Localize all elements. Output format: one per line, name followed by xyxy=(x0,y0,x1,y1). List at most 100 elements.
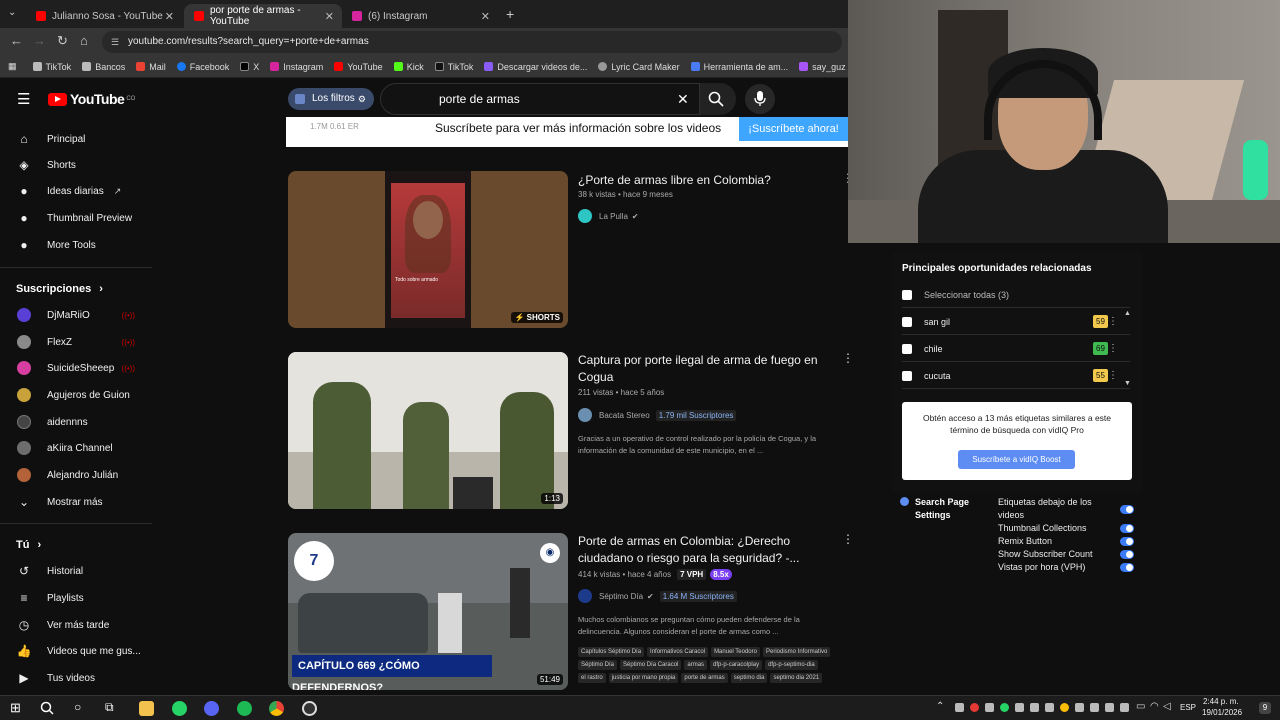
tray-icon[interactable] xyxy=(1105,703,1114,712)
bookmark-item[interactable]: X xyxy=(240,62,259,72)
video-title[interactable]: ¿Porte de armas libre en Colombia? xyxy=(578,172,828,189)
clear-search-icon[interactable]: ✕ xyxy=(677,84,689,114)
show-more-button[interactable]: ⌄ Mostrar más xyxy=(0,489,155,515)
browser-tab[interactable]: Julianno Sosa - YouTube ✕ xyxy=(26,4,182,28)
video-thumbnail[interactable]: 1:13 xyxy=(288,352,568,509)
tag-chip[interactable]: el rastro xyxy=(578,673,606,683)
video-title[interactable]: Porte de armas en Colombia: ¿Derecho ciu… xyxy=(578,533,828,567)
notification-badge[interactable]: 9 xyxy=(1259,702,1271,714)
close-tab-icon[interactable]: ✕ xyxy=(481,10,490,23)
sidebar-item-subscription[interactable]: SuicideSheeep ((•)) xyxy=(0,355,155,381)
video-thumbnail[interactable]: Todo sobre armado ⚡ SHORTS xyxy=(288,171,568,328)
language-indicator[interactable]: ESP xyxy=(1180,703,1196,712)
checkbox[interactable] xyxy=(902,316,912,327)
home-icon[interactable]: ⌂ xyxy=(80,33,88,48)
bookmark-item[interactable]: TikTok xyxy=(434,62,473,72)
vidiq-boost-button[interactable]: Suscríbete a vidIQ Boost xyxy=(958,450,1075,469)
sidebar-item-thumbnail-preview[interactable]: ● Thumbnail Preview xyxy=(0,205,155,231)
tag-chip[interactable]: dfp-p-caracolplay xyxy=(710,660,763,670)
more-options-icon[interactable]: ⋮ xyxy=(1108,316,1118,327)
tag-chip[interactable]: Séptimo Día xyxy=(578,660,618,670)
site-info-icon[interactable]: ☰ xyxy=(111,31,119,53)
voice-search-button[interactable] xyxy=(745,84,775,114)
tray-icon[interactable] xyxy=(1060,703,1069,712)
channel-row[interactable]: La Pulla ✔ xyxy=(578,209,639,223)
sidebar-item-liked[interactable]: 👍 Videos que me gus... xyxy=(0,638,155,664)
cortana-icon[interactable]: ○ xyxy=(74,700,81,714)
tag-chip[interactable]: Informativos Caracol xyxy=(647,647,709,657)
tray-icon[interactable] xyxy=(1015,703,1024,712)
windows-start-icon[interactable]: ⊞ xyxy=(10,700,21,716)
scroll-down-icon[interactable]: ▼ xyxy=(1124,380,1131,387)
setting-toggle[interactable] xyxy=(1120,537,1134,546)
keyword-row[interactable]: san gil 59 ⋮ xyxy=(902,309,1130,335)
video-thumbnail[interactable]: 7 ◉ CAPÍTULO 669 ¿CÓMO DEFENDERNOS? 51:4… xyxy=(288,533,568,690)
reload-icon[interactable]: ↻ xyxy=(57,33,68,49)
forward-icon[interactable]: → xyxy=(33,33,46,48)
browser-tab[interactable]: (6) Instagram ✕ xyxy=(342,4,498,28)
more-options-icon[interactable]: ⋮ xyxy=(1108,370,1118,381)
tag-chip[interactable]: Capítulos Séptimo Día xyxy=(578,647,645,657)
tray-icon[interactable] xyxy=(970,703,979,712)
keyword-row[interactable]: chile 69 ⋮ xyxy=(902,336,1130,362)
tag-chip[interactable]: Manuel Teodoro xyxy=(711,647,760,657)
sidebar-item-ideas[interactable]: ● Ideas diarias ↗ xyxy=(0,178,155,204)
search-button[interactable] xyxy=(700,83,736,115)
more-options-icon[interactable]: ⋮ xyxy=(842,351,854,365)
subscriptions-header[interactable]: Suscripciones › xyxy=(16,283,103,295)
subscribe-now-button[interactable]: ¡Suscríbete ahora! xyxy=(739,117,848,141)
sidebar-item-subscription[interactable]: FlexZ ((•)) xyxy=(0,329,155,355)
tag-chip[interactable]: Séptimo Día Caracol xyxy=(620,660,682,670)
sidebar-item-your-videos[interactable]: ▶ Tus videos xyxy=(0,665,155,691)
tag-chip[interactable]: armas xyxy=(684,660,708,670)
bookmark-item[interactable]: Facebook xyxy=(176,62,229,72)
wifi-icon[interactable]: ◠ xyxy=(1150,701,1159,712)
tray-icon[interactable] xyxy=(985,703,994,712)
youtube-logo[interactable]: YouTube CO xyxy=(48,91,135,107)
file-explorer-icon[interactable] xyxy=(139,701,154,716)
obs-icon[interactable] xyxy=(302,701,317,716)
bookmark-item[interactable]: YouTube xyxy=(334,62,383,72)
sidebar-item-subscription[interactable]: Alejandro Julián xyxy=(0,462,155,488)
bookmark-item[interactable]: TikTok xyxy=(32,62,71,72)
sidebar-item-subscription[interactable]: aidennns xyxy=(0,409,155,435)
clock-time[interactable]: 2:44 p. m. xyxy=(1203,697,1239,706)
spotify-icon[interactable] xyxy=(237,701,252,716)
setting-toggle[interactable] xyxy=(1120,550,1134,559)
tray-icon[interactable] xyxy=(1030,703,1039,712)
bookmark-item[interactable]: Mail xyxy=(136,62,166,72)
video-title[interactable]: Captura por porte ilegal de arma de fueg… xyxy=(578,352,828,386)
setting-toggle[interactable] xyxy=(1120,524,1134,533)
channel-row[interactable]: Bacata Stereo 1.79 mil Suscriptores xyxy=(578,408,737,422)
tray-icon[interactable] xyxy=(1090,703,1099,712)
sidebar-item-playlists[interactable]: ≡ Playlists xyxy=(0,585,155,611)
channel-row[interactable]: Séptimo Día ✔ 1.64 M Suscriptores xyxy=(578,589,737,603)
checkbox[interactable] xyxy=(902,289,912,300)
you-header[interactable]: Tú › xyxy=(16,539,41,551)
bookmark-item[interactable]: Lyric Card Maker xyxy=(598,62,680,72)
back-icon[interactable]: ← xyxy=(10,33,23,48)
chevron-up-icon[interactable]: ⌃ xyxy=(936,701,944,712)
clock-date[interactable]: 19/01/2026 xyxy=(1202,708,1242,717)
setting-toggle[interactable] xyxy=(1120,505,1134,514)
tray-icon[interactable] xyxy=(1120,703,1129,712)
tag-chip[interactable]: porte de armas xyxy=(681,673,728,683)
task-view-icon[interactable]: ⧉ xyxy=(105,700,114,715)
search-icon[interactable] xyxy=(40,701,54,715)
scroll-up-icon[interactable]: ▲ xyxy=(1124,310,1131,317)
close-tab-icon[interactable]: ✕ xyxy=(325,10,334,23)
tray-icon[interactable] xyxy=(1075,703,1084,712)
menu-icon[interactable]: ☰ xyxy=(17,90,30,108)
bookmark-item[interactable]: Descargar videos de... xyxy=(484,62,587,72)
search-input[interactable]: porte de armas ✕ xyxy=(380,83,700,115)
tab-search-button[interactable]: ⌄ xyxy=(8,7,16,18)
sidebar-item-shorts[interactable]: ◈ Shorts xyxy=(0,152,155,178)
volume-icon[interactable]: ◁ xyxy=(1163,701,1171,712)
sidebar-item-more-tools[interactable]: ● More Tools xyxy=(0,232,155,258)
new-tab-button[interactable]: + xyxy=(506,6,514,22)
address-bar[interactable]: ☰ youtube.com/results?search_query=+port… xyxy=(102,31,842,53)
browser-tab-active[interactable]: por porte de armas - YouTube ✕ xyxy=(184,4,342,28)
sidebar-item-watch-later[interactable]: ◷ Ver más tarde xyxy=(0,612,155,638)
filters-button[interactable]: Los filtros ⚙ xyxy=(288,88,374,110)
discord-icon[interactable] xyxy=(204,701,219,716)
